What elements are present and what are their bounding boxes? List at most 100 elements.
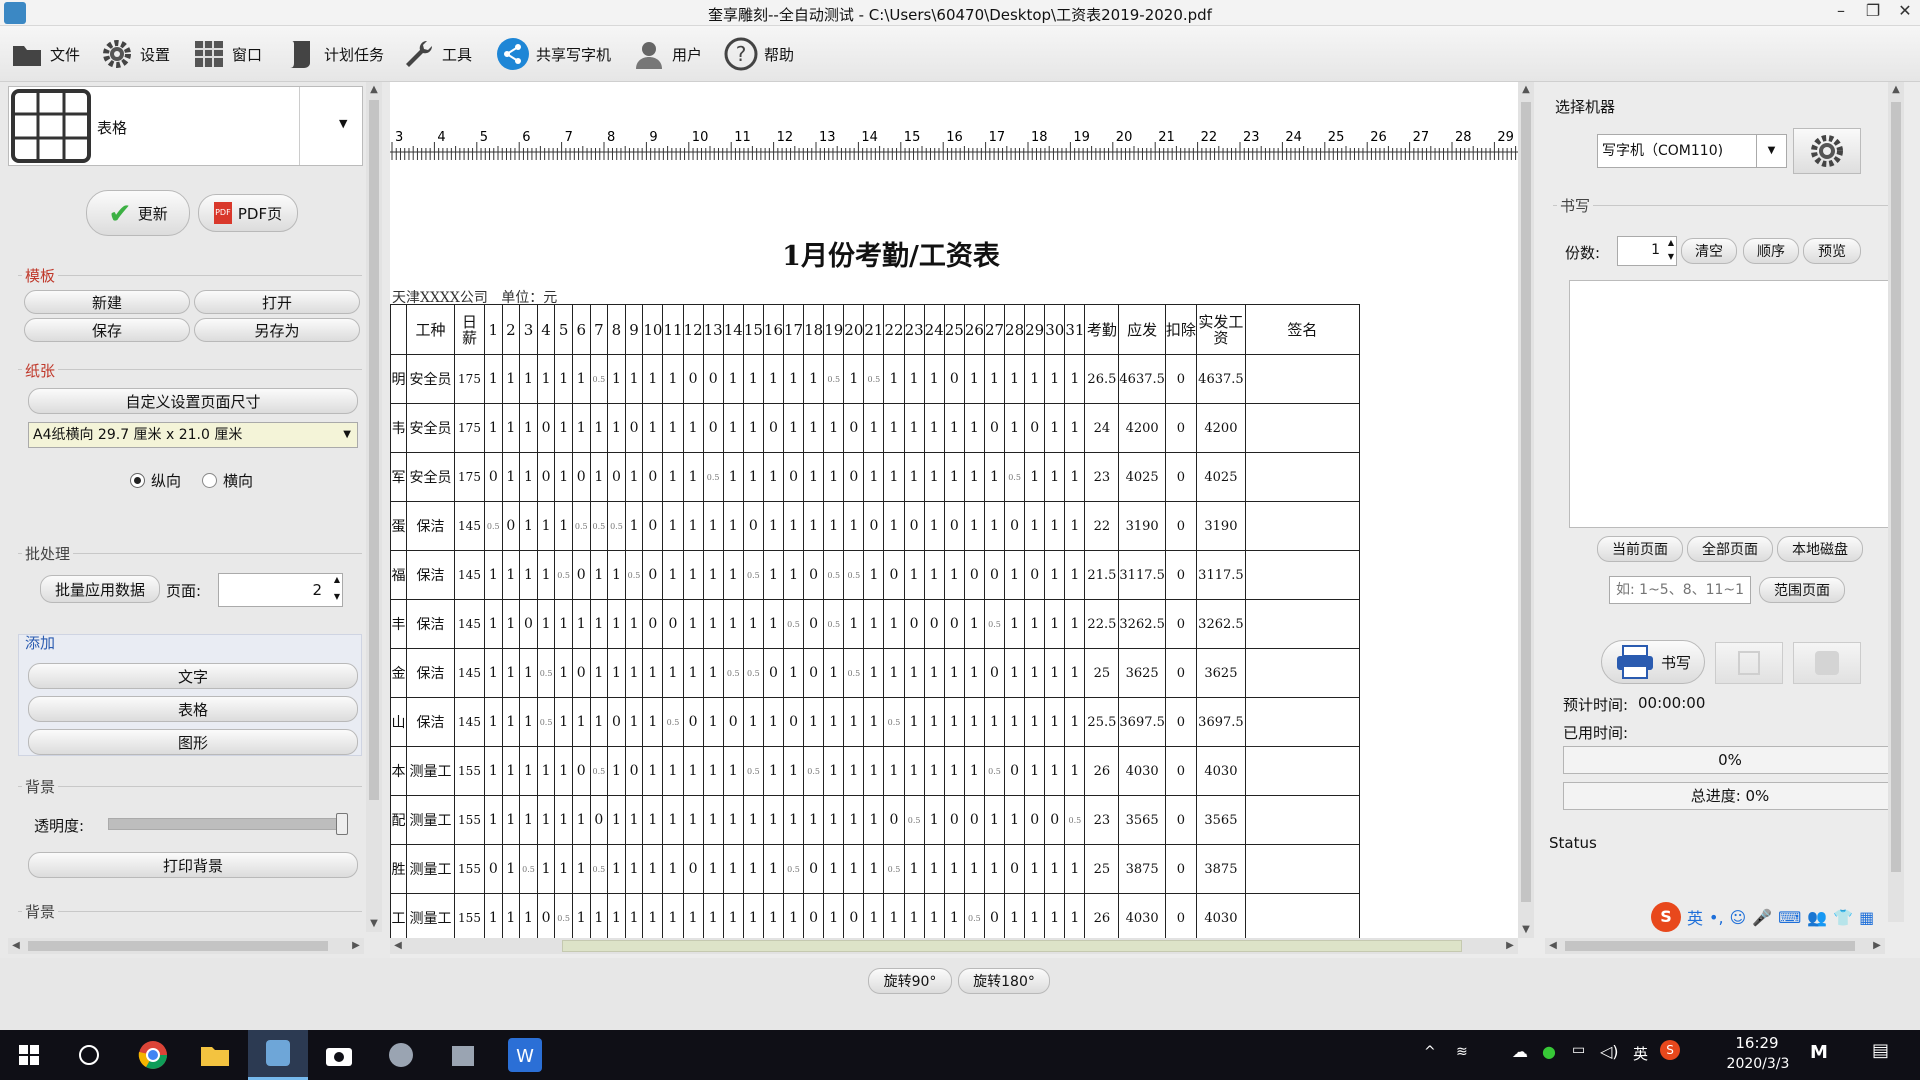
tray-app-icon[interactable]: M [1810,1042,1828,1063]
page-range-input[interactable] [1609,576,1751,604]
rotate-180-button[interactable]: 旋转180° [958,968,1050,994]
chrome-icon[interactable] [136,1038,170,1072]
landscape-radio[interactable]: 横向 [202,470,253,491]
custom-page-size-button[interactable]: 自定义设置页面尺寸 [28,388,358,414]
stepper-down-icon[interactable]: ▼ [1668,252,1674,261]
camera-icon[interactable] [322,1038,356,1072]
users-icon[interactable]: 👥 [1807,908,1827,927]
maximize-button[interactable]: ❐ [1858,1,1888,25]
update-button[interactable]: ✔ 更新 [86,190,190,236]
print-background-button[interactable]: 打印背景 [28,852,358,878]
scroll-left-icon[interactable]: ◀ [390,938,406,954]
ime-punct[interactable]: •, [1709,908,1724,927]
engraver-app-taskbar-icon[interactable] [248,1030,308,1080]
order-button[interactable]: 顺序 [1743,238,1799,264]
scroll-down-icon[interactable]: ▼ [1518,922,1534,938]
save-as-button[interactable]: 另存为 [194,318,360,342]
ime-lang[interactable]: 英 [1687,905,1703,929]
portrait-radio[interactable]: 纵向 [130,470,181,491]
open-template-button[interactable]: 打开 [194,290,360,314]
search-icon[interactable] [72,1038,106,1072]
scroll-right-icon[interactable]: ▶ [1502,938,1518,954]
slider-thumb[interactable] [336,813,348,835]
scrollbar-thumb[interactable] [562,940,1462,952]
stepper-down-icon[interactable]: ▼ [334,592,340,601]
menu-file[interactable]: 文件 [10,34,80,74]
menu-scheduled-tasks[interactable]: 计划任务 [284,34,384,74]
right-vertical-scrollbar[interactable]: ▲ [1888,82,1904,922]
menu-help[interactable]: ? 帮助 [724,34,794,74]
chevron-down-icon[interactable]: ▼ [339,117,347,130]
scrollbar-thumb[interactable] [1565,941,1855,951]
add-shape-button[interactable]: 图形 [28,729,358,755]
sogou-tray-icon[interactable]: S [1660,1040,1680,1060]
volume-icon[interactable]: ◁) [1600,1042,1619,1061]
clear-button[interactable]: 清空 [1681,238,1737,264]
local-disk-button[interactable]: 本地磁盘 [1777,536,1863,562]
canvas-vertical-scrollbar[interactable]: ▲ ▼ [1518,82,1534,938]
page-stepper[interactable]: 2 ▲ ▼ [218,573,343,607]
wifi-icon[interactable]: ≋ [1456,1044,1468,1060]
menu-user[interactable]: 用户 [632,34,702,74]
app-icon[interactable] [446,1038,480,1072]
rotate-90-button[interactable]: 旋转90° [868,968,952,994]
pdf-page-button[interactable]: PDF PDF页 [198,194,298,232]
scroll-down-icon[interactable]: ▼ [366,916,382,932]
clock-time[interactable]: 16:29 [1722,1034,1792,1052]
skin-icon[interactable]: 👕 [1833,908,1853,927]
add-table-button[interactable]: 表格 [28,696,358,722]
scroll-up-icon[interactable]: ▲ [366,82,382,98]
left-vertical-scrollbar[interactable]: ▲ ▼ [366,82,382,932]
stepper-up-icon[interactable]: ▲ [1668,238,1674,247]
template-selector[interactable]: 表格 ▼ [8,86,363,166]
left-horizontal-scrollbar[interactable]: ◀ ▶ [8,938,364,954]
write-button[interactable]: 书写 [1601,640,1705,684]
copies-stepper[interactable]: 1 ▲ ▼ [1617,236,1677,266]
document-canvas[interactable]: 3 4 5 6 7 8 9 10 11 12 13 14 15 16 17 18 19 20 21 22 23 24 25 2… [390,82,1518,938]
file-explorer-icon[interactable] [198,1038,232,1072]
batch-apply-button[interactable]: 批量应用数据 [40,575,160,603]
cloud-icon[interactable]: ☁ [1512,1042,1528,1061]
preview-button[interactable]: 预览 [1803,238,1861,264]
opacity-slider[interactable] [108,813,348,835]
scrollbar-thumb[interactable] [1891,102,1901,872]
menu-tools[interactable]: 工具 [402,34,472,74]
toolbox-icon[interactable]: ▦ [1859,908,1874,927]
scroll-left-icon[interactable]: ◀ [8,938,24,954]
menu-settings[interactable]: 设置 [100,34,170,74]
paper-size-select[interactable]: A4纸横向 29.7 厘米 x 21.0 厘米 ▼ [28,422,358,448]
menu-shared-writer[interactable]: 共享写字机 [496,34,611,74]
wechat-icon[interactable]: ● [1542,1042,1556,1061]
scrollbar-thumb[interactable] [1521,102,1531,902]
scroll-up-icon[interactable]: ▲ [1518,82,1534,98]
scroll-right-icon[interactable]: ▶ [348,938,364,954]
machine-select[interactable]: 写字机（COM110) ▼ [1597,134,1787,168]
emoji-icon[interactable]: ☺ [1730,908,1747,927]
pause-button[interactable] [1715,642,1783,684]
ime-toolbar[interactable]: S 英 •, ☺ 🎤 ⌨ 👥 👕 ▦ [1651,902,1901,932]
scrollbar-thumb[interactable] [28,941,328,951]
minimize-button[interactable]: – [1826,1,1856,25]
scroll-right-icon[interactable]: ▶ [1869,938,1885,954]
microphone-icon[interactable]: 🎤 [1752,908,1772,927]
canvas-horizontal-scrollbar[interactable]: ◀ ▶ [390,938,1518,954]
menu-window[interactable]: 窗口 [192,34,262,74]
stepper-up-icon[interactable]: ▲ [334,575,340,584]
scroll-up-icon[interactable]: ▲ [1888,82,1904,98]
add-text-button[interactable]: 文字 [28,663,358,689]
wps-writer-icon[interactable]: W [508,1038,542,1072]
battery-icon[interactable]: ▭ [1572,1042,1585,1058]
range-page-button[interactable]: 范围页面 [1759,577,1845,603]
tray-chevron-up-icon[interactable]: ^ [1424,1044,1436,1060]
tray-ime-lang[interactable]: 英 [1633,1043,1648,1064]
scroll-left-icon[interactable]: ◀ [1545,938,1561,954]
new-template-button[interactable]: 新建 [24,290,190,314]
keyboard-icon[interactable]: ⌨ [1778,908,1801,927]
clock-date[interactable]: 2020/3/3 [1708,1056,1808,1072]
current-page-button[interactable]: 当前页面 [1597,536,1683,562]
app-icon[interactable] [384,1038,418,1072]
save-template-button[interactable]: 保存 [24,318,190,342]
stop-button[interactable] [1793,642,1861,684]
windows-start-icon[interactable] [12,1038,46,1072]
notification-icon[interactable]: ▤ [1872,1040,1889,1061]
